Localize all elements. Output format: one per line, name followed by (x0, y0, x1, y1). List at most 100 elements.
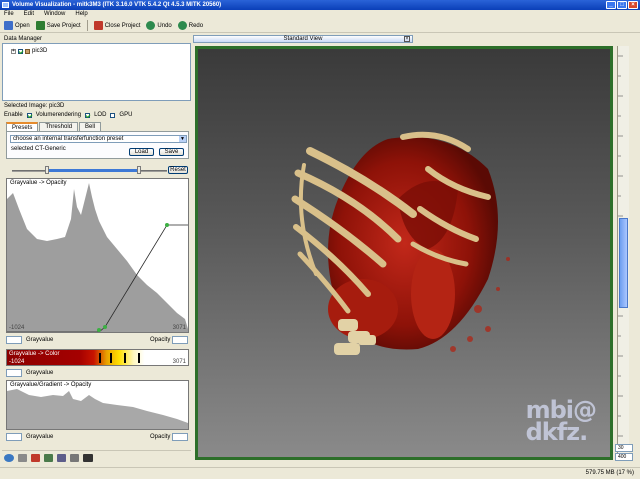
measurement-icon[interactable] (18, 453, 27, 462)
tree-node-pic3d[interactable]: + pic3D (11, 48, 47, 54)
opacity-histogram (7, 183, 188, 332)
save-project-button[interactable]: Save Project (35, 20, 81, 32)
color-max-label: 3071 (172, 359, 186, 365)
close-project-button[interactable]: Close Project (93, 20, 140, 32)
open-button[interactable]: Open (4, 20, 30, 32)
app-icon (2, 2, 9, 8)
movie-maker-icon[interactable] (83, 453, 93, 462)
segmentation-icon[interactable] (31, 453, 40, 462)
data-manager-tree[interactable]: + pic3D (2, 43, 191, 101)
data-manager-title: Data Manager (4, 36, 43, 42)
tab-threshold[interactable]: Threshold (39, 122, 79, 131)
color-function-bar[interactable]: Grayvalue -> Color -1024 3071 (6, 349, 189, 366)
opacity-min-label: -1024 (9, 325, 25, 331)
window-controls: _ □ × (606, 1, 638, 9)
range-slider-min-handle[interactable] (45, 166, 49, 174)
gradient-opacity-input[interactable] (172, 433, 188, 441)
color-min-label: -1024 (9, 359, 25, 365)
color-point[interactable] (138, 353, 140, 363)
color-fields: Grayvalue (6, 369, 189, 377)
close-project-icon (93, 21, 103, 30)
status-bar: 579.75 MB (17 %) (0, 467, 640, 479)
color-bar-title: Grayvalue -> Color (9, 351, 60, 357)
selected-image-label: Selected Image: pic3D (4, 103, 65, 109)
gradient-histogram (7, 389, 188, 429)
lod-checkbox[interactable] (85, 112, 91, 118)
opacity-grayvalue-input[interactable] (6, 336, 22, 344)
enable-label: Enable (4, 112, 23, 118)
preset-dropdown[interactable]: choose an internal transferfunction pres… (10, 135, 187, 143)
navigation-icon[interactable] (44, 453, 53, 462)
reset-button[interactable]: Reset (168, 166, 188, 174)
gradient-chart-title: Grayvalue/Gradient -> Opacity (10, 382, 92, 388)
minimize-button[interactable]: _ (606, 1, 616, 9)
close-window-button[interactable]: × (628, 1, 638, 9)
opacity-function-chart[interactable]: Grayvalue -> Opacity -1024 3071 (6, 178, 189, 333)
lod-label: LOD (94, 112, 107, 118)
mbi-dkfz-logo: mbi@ dkfz. (525, 396, 597, 446)
histogram-area (7, 183, 188, 332)
tab-presets[interactable]: Presets (6, 122, 39, 131)
presets-pane: choose an internal transferfunction pres… (6, 131, 189, 159)
node-visibility-checkbox[interactable] (18, 48, 23, 54)
transfer-tabs: Presets Threshold Bell (6, 122, 102, 131)
level-input[interactable]: 30 (615, 444, 633, 452)
menu-bar: File Edit Window Help (0, 10, 640, 19)
maximize-button[interactable]: □ (617, 1, 627, 9)
volumerendering-label: Volumerendering (35, 112, 82, 118)
selected-preset-label: selected CT-Generic (11, 146, 66, 152)
left-panel: Data Manager + pic3D Selected Image: pic… (2, 36, 191, 467)
point-set-icon[interactable] (70, 453, 79, 462)
window-input[interactable]: 400 (615, 453, 633, 461)
opacity-fields: Grayvalue Opacity (6, 336, 189, 344)
menu-window[interactable]: Window (44, 10, 65, 19)
redo-icon (177, 21, 187, 30)
opacity-point (97, 328, 101, 332)
menu-help[interactable]: Help (75, 10, 87, 19)
color-point[interactable] (110, 353, 112, 363)
undo-button[interactable]: Undo (146, 20, 172, 32)
color-point[interactable] (124, 353, 126, 363)
opacity-point (103, 325, 107, 329)
image-statistics-icon[interactable] (57, 453, 66, 462)
opacity-value-input[interactable] (172, 336, 188, 344)
expand-icon[interactable]: + (11, 48, 16, 54)
gpu-checkbox[interactable] (110, 112, 116, 118)
opacity-chart-title: Grayvalue -> Opacity (10, 180, 67, 186)
volumerendering-checkbox[interactable] (26, 112, 32, 118)
menu-edit[interactable]: Edit (24, 10, 34, 19)
color-grayvalue-input[interactable] (6, 369, 22, 377)
gradient-fields: Grayvalue Opacity (6, 433, 189, 441)
tab-bell[interactable]: Bell (79, 122, 102, 131)
toolbar: Open Save Project Close Project Undo Red… (0, 19, 640, 33)
close-view-icon[interactable]: × (404, 36, 410, 42)
save-button[interactable]: Save (159, 148, 184, 156)
opacity-point (165, 223, 169, 227)
window-title: Volume Visualization - mitk3M3 (ITK 3.16… (12, 2, 222, 8)
gradient-histogram-area (7, 389, 188, 429)
render-viewport[interactable]: mbi@ dkfz. (195, 46, 613, 460)
undo-icon (146, 21, 156, 30)
render-area: Standard View × mbi@ dkfz. 30 400 (193, 35, 637, 465)
chevron-down-icon[interactable]: ▼ (179, 136, 186, 142)
range-slider-max-handle[interactable] (137, 166, 141, 174)
volume-visualization-icon[interactable] (4, 453, 14, 462)
standard-view-tab[interactable]: Standard View × (193, 35, 413, 43)
open-icon (4, 21, 13, 30)
enable-row: Enable Volumerendering LOD GPU (4, 112, 132, 118)
title-bar: Volume Visualization - mitk3M3 (ITK 3.16… (0, 0, 640, 10)
memory-usage: 579.75 MB (17 %) (585, 470, 634, 476)
gradient-function-chart[interactable]: Grayvalue/Gradient -> Opacity (6, 380, 189, 430)
slice-slider-thumb[interactable] (619, 218, 628, 308)
gradient-grayvalue-input[interactable] (6, 433, 22, 441)
load-button[interactable]: Load (129, 148, 154, 156)
range-slider-fill (47, 169, 139, 172)
slice-navigation-ruler[interactable] (617, 46, 629, 460)
gpu-label: GPU (119, 112, 133, 118)
redo-button[interactable]: Redo (177, 20, 203, 32)
toolbar-separator (86, 20, 88, 31)
menu-file[interactable]: File (4, 10, 14, 19)
save-project-icon (35, 21, 45, 30)
view-plugins-bar (2, 450, 191, 464)
color-point[interactable] (99, 353, 101, 363)
